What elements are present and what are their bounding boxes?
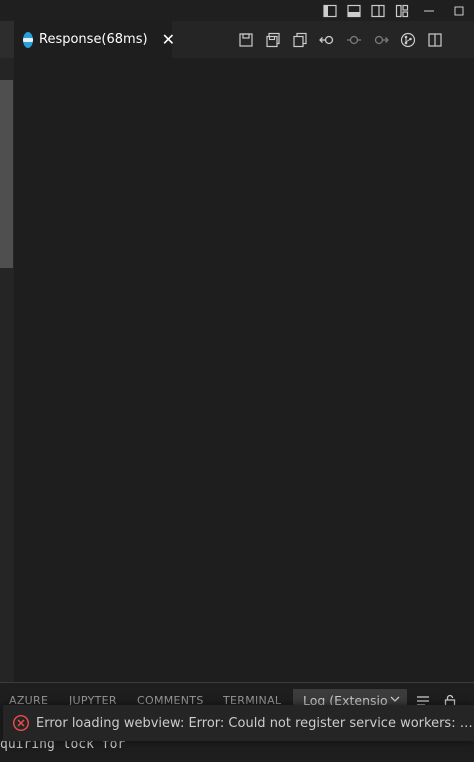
error-icon xyxy=(12,714,30,732)
split-editor-icon[interactable] xyxy=(424,29,446,51)
editor-toolbar xyxy=(235,21,446,58)
tab-label: Response(68ms) xyxy=(39,32,148,47)
gitlens-icon[interactable] xyxy=(397,29,419,51)
tab-response[interactable]: Response(68ms) ✕ xyxy=(14,21,175,58)
save-response-icon[interactable] xyxy=(235,29,257,51)
title-bar xyxy=(0,0,474,21)
git-commit-icon[interactable] xyxy=(343,29,365,51)
chevron-down-icon xyxy=(390,696,400,702)
response-webview[interactable] xyxy=(14,58,474,682)
left-gutter xyxy=(0,21,14,58)
go-forward-icon[interactable] xyxy=(370,29,392,51)
minimize-icon[interactable] xyxy=(414,0,444,21)
toggle-panel-icon[interactable] xyxy=(342,0,366,21)
customize-layout-icon[interactable] xyxy=(390,0,414,21)
toggle-secondary-sidebar-icon[interactable] xyxy=(366,0,390,21)
save-body-icon[interactable] xyxy=(262,29,284,51)
editor-tab-strip: Response(68ms) ✕ xyxy=(0,21,474,58)
error-notification[interactable]: Error loading webview: Error: Could not … xyxy=(3,705,474,741)
vscode-window: Response(68ms) ✕ AZURE JUPYTER COMMENTS … xyxy=(0,0,474,762)
close-icon[interactable]: ✕ xyxy=(162,31,175,48)
rest-client-icon xyxy=(23,31,33,48)
go-back-icon[interactable] xyxy=(316,29,338,51)
toggle-primary-sidebar-icon[interactable] xyxy=(318,0,342,21)
scrollbar-thumb[interactable] xyxy=(0,80,13,268)
maximize-icon[interactable] xyxy=(444,0,474,21)
notification-message: Error loading webview: Error: Could not … xyxy=(36,715,474,731)
copy-icon[interactable] xyxy=(289,29,311,51)
